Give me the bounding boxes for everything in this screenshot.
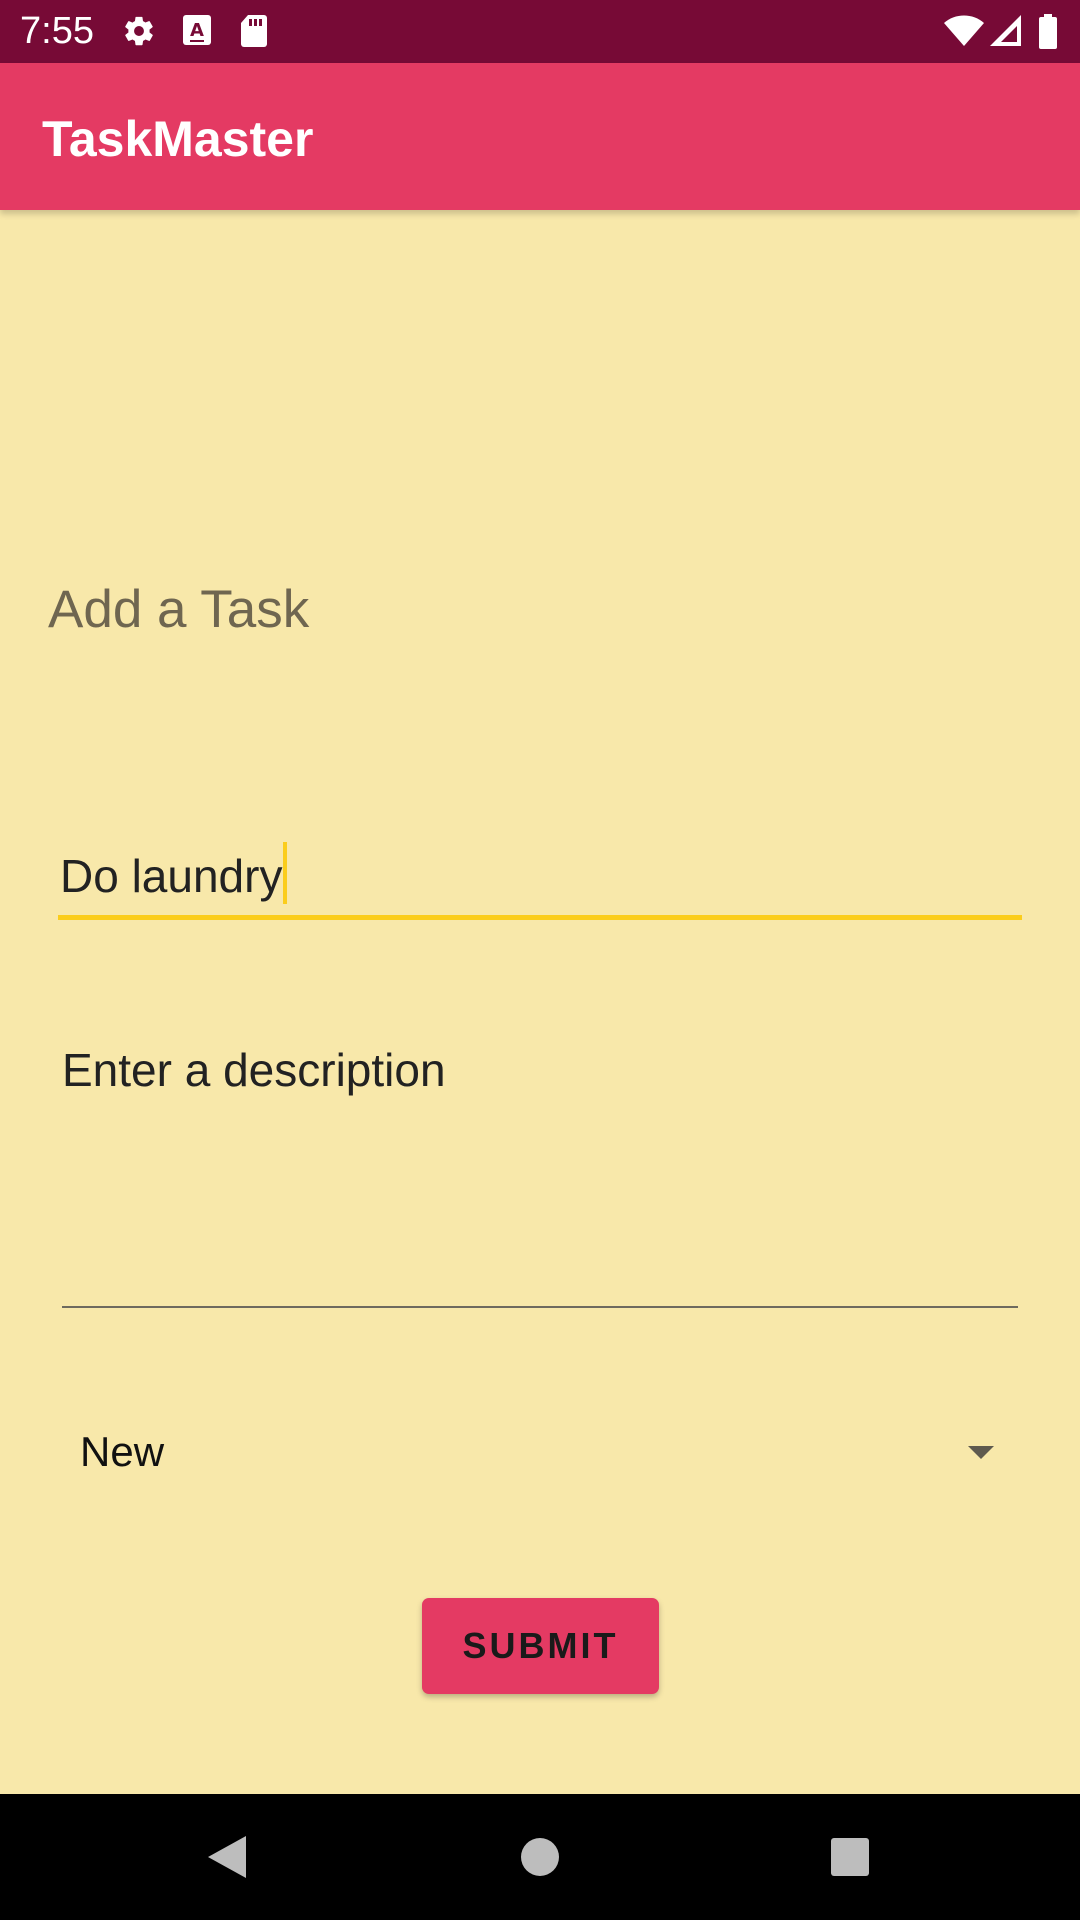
status-time: 7:55 <box>20 10 94 52</box>
task-title-value[interactable]: Do laundry <box>60 842 288 906</box>
description-placeholder: Enter a description <box>62 1044 446 1096</box>
screen: 7:55 A TaskMaster Add a Task Do laundry … <box>0 0 1080 1920</box>
svg-text:A: A <box>190 20 204 41</box>
keyboard-a-icon: A <box>182 14 212 48</box>
task-description-input[interactable]: Enter a description <box>62 1022 1018 1308</box>
app-title: TaskMaster <box>42 111 314 167</box>
gear-icon <box>122 14 156 48</box>
status-bar: 7:55 A <box>0 0 1080 63</box>
status-dropdown[interactable]: New <box>62 1420 1018 1490</box>
task-title-text: Do laundry <box>60 850 283 902</box>
page-heading: Add a Task <box>48 580 310 639</box>
app-bar: TaskMaster <box>0 63 1080 210</box>
home-icon[interactable] <box>500 1794 580 1920</box>
task-title-input[interactable]: Do laundry <box>58 836 1022 920</box>
battery-icon <box>1038 14 1058 49</box>
submit-button[interactable]: SUBMIT <box>422 1598 659 1694</box>
text-caret <box>283 842 288 904</box>
dropdown-arrow-icon <box>968 1446 994 1459</box>
status-dropdown-value: New <box>80 1428 165 1475</box>
submit-button-label: SUBMIT <box>462 1625 619 1666</box>
cell-signal-icon <box>990 14 1022 48</box>
sd-card-icon <box>240 14 268 48</box>
back-icon[interactable] <box>190 1794 270 1920</box>
wifi-icon <box>944 14 984 48</box>
navigation-bar <box>0 1794 1080 1920</box>
recents-icon[interactable] <box>810 1794 890 1920</box>
